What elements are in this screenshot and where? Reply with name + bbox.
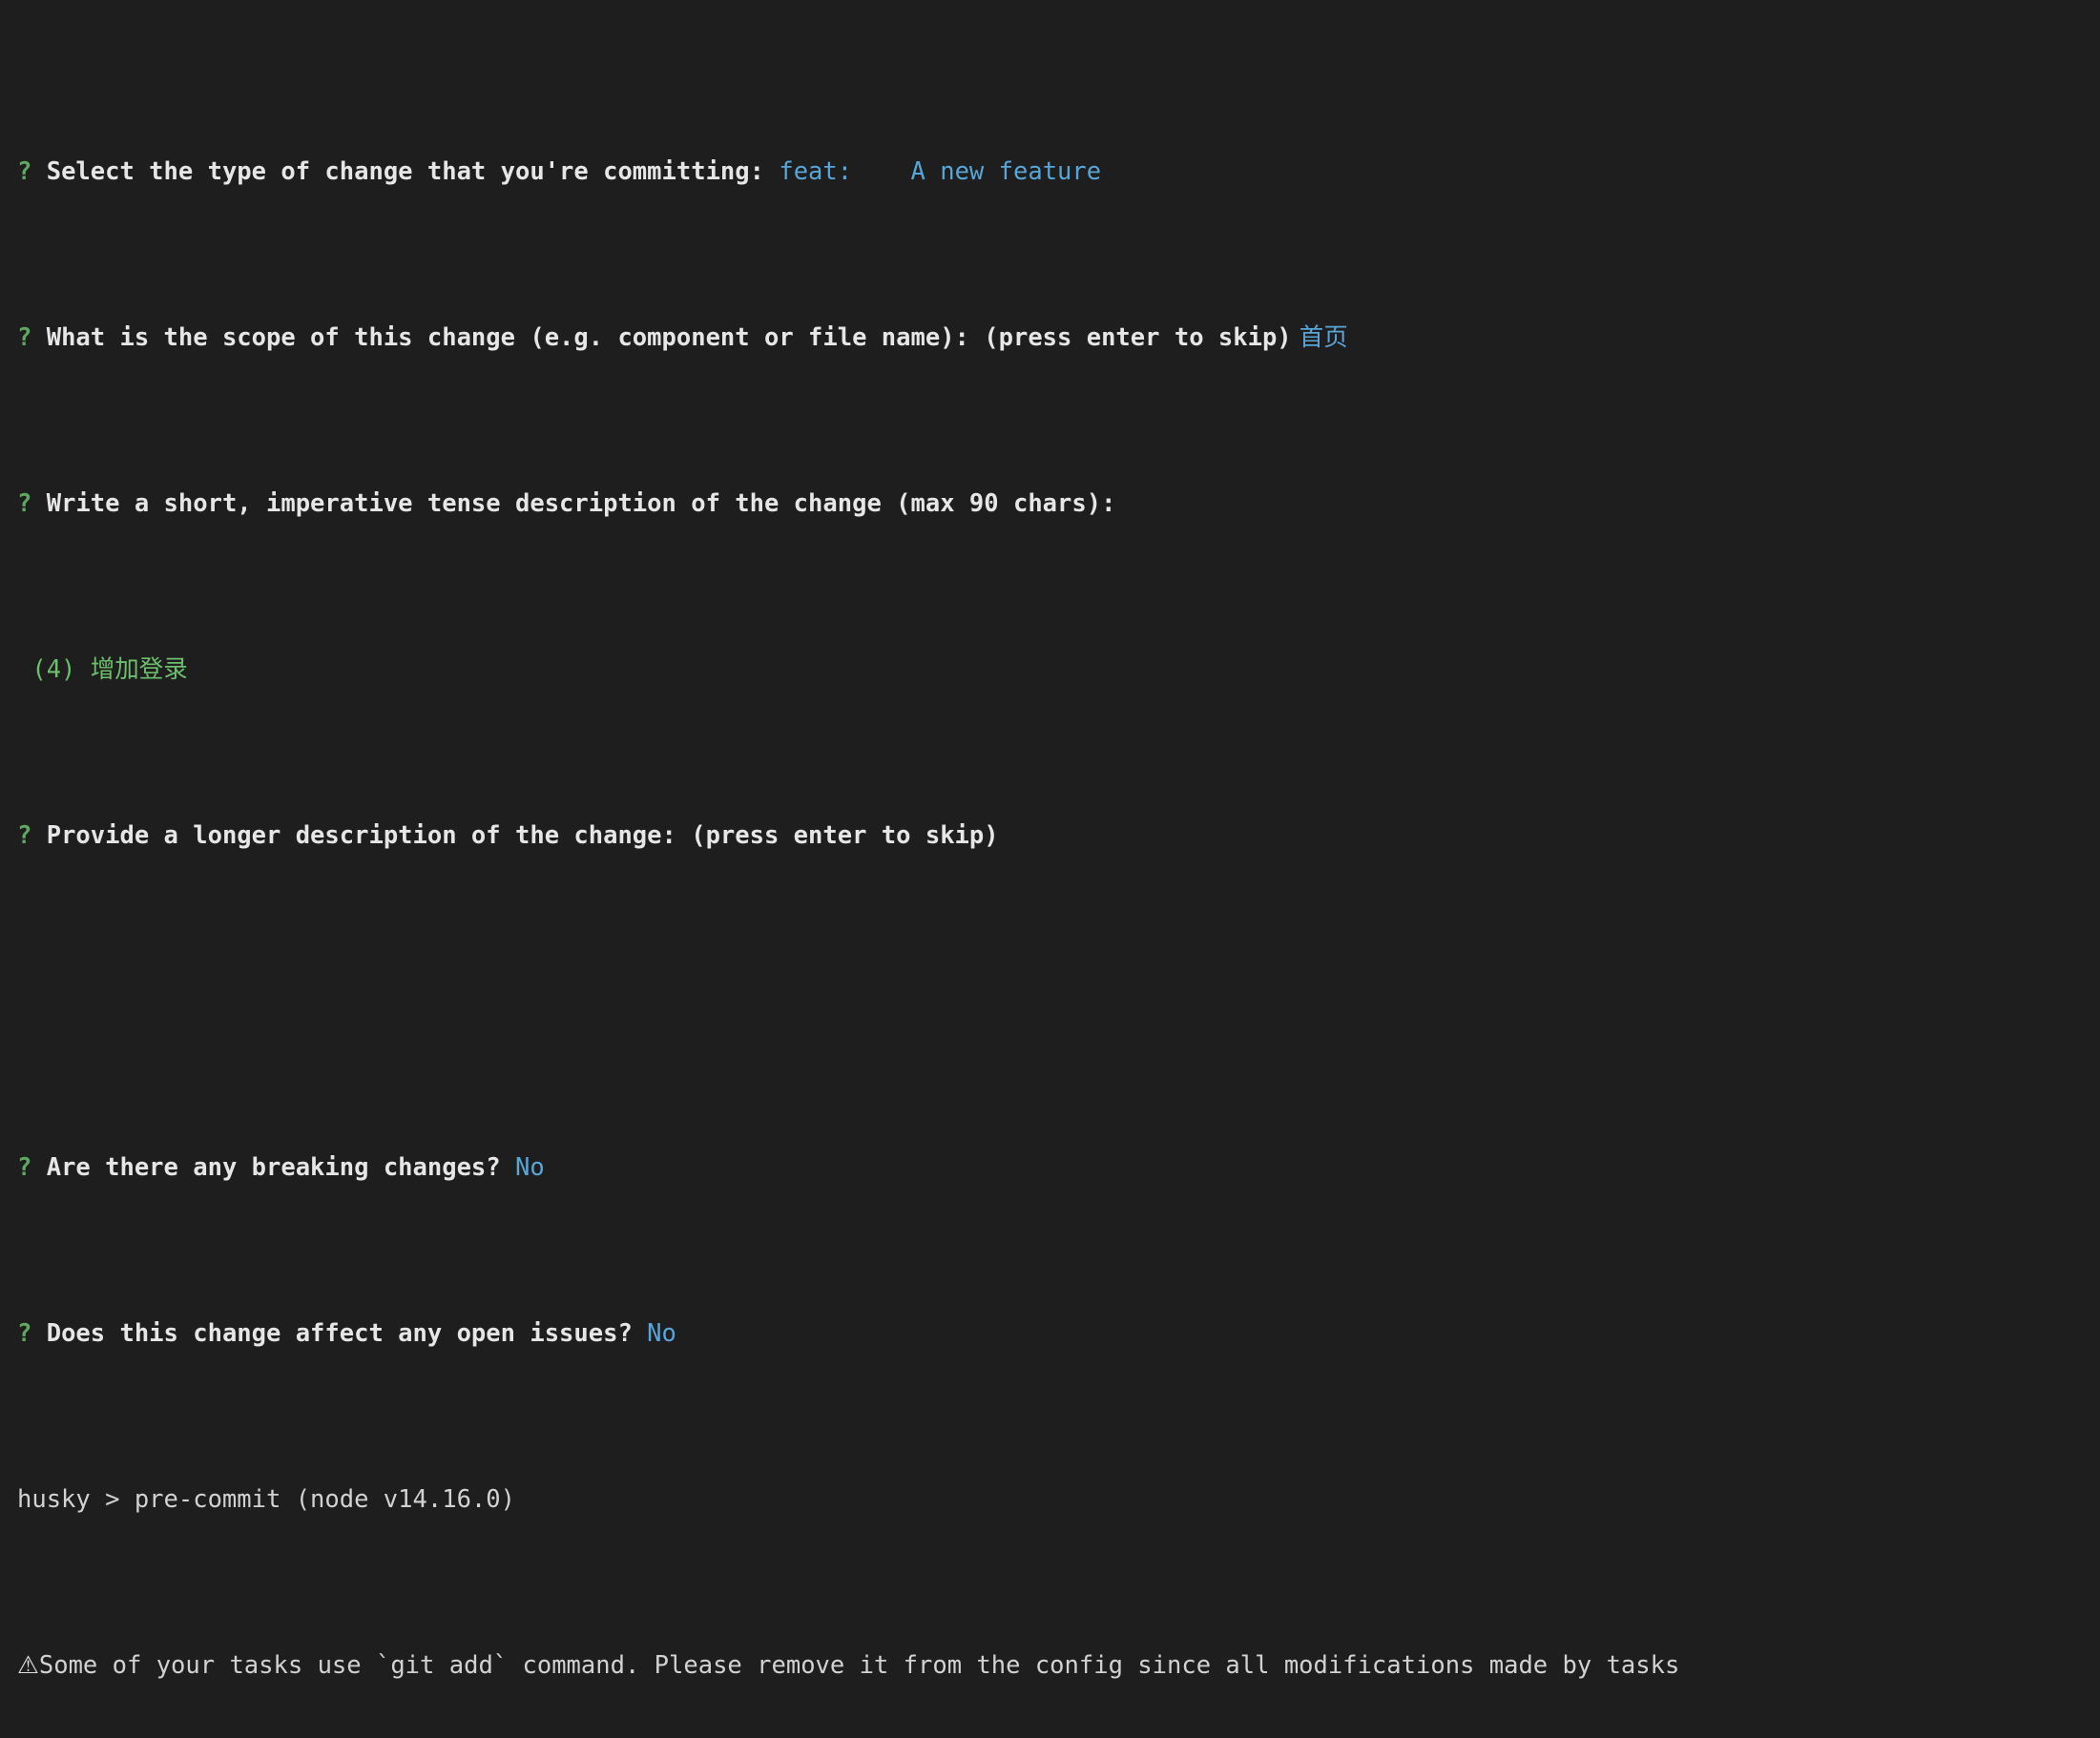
prompt-question-icon: ? [17,488,32,518]
commit-scope-answer: 首页 [1291,322,1348,352]
commit-subject-input-line: (4) 增加登录 [17,650,2100,692]
breaking-changes-answer: No [500,1152,545,1182]
prompt-question-icon: ? [17,156,32,186]
prompt-question-icon: ? [17,1318,32,1348]
husky-precommit-text: husky > pre-commit (node v14.16.0) [17,1484,515,1514]
husky-precommit-line: husky > pre-commit (node v14.16.0) [17,1479,2100,1521]
commit-type-answer: feat: [763,156,853,186]
prompt-question-icon: ? [17,322,32,352]
commit-subject-prompt-line: ? Write a short, imperative tense descri… [17,484,2100,526]
open-issues-prompt-line: ? Does this change affect any open issue… [17,1314,2100,1355]
commit-type-answer-description: A new feature [852,156,1102,186]
open-issues-question: Does this change affect any open issues? [31,1318,633,1348]
commit-type-question: Select the type of change that you're co… [31,156,764,186]
warning-triangle-icon: ⚠ [17,1650,39,1680]
commit-body-question: Provide a longer description of the chan… [31,820,999,850]
breaking-changes-question: Are there any breaking changes? [31,1152,501,1182]
commit-body-prompt-line: ? Provide a longer description of the ch… [17,816,2100,858]
commit-type-prompt-line: ? Select the type of change that you're … [17,152,2100,194]
husky-warning-text: Some of your tasks use `git add` command… [38,1650,1680,1680]
commit-scope-prompt-line: ? What is the scope of this change (e.g.… [17,318,2100,360]
breaking-changes-prompt-line: ? Are there any breaking changes? No [17,1148,2100,1190]
open-issues-answer: No [632,1318,676,1348]
prompt-question-icon: ? [17,820,32,850]
char-counter: (4) [17,654,91,684]
commit-subject-question: Write a short, imperative tense descript… [31,488,1116,518]
terminal-output: ? Select the type of change that you're … [0,0,2100,1680]
husky-warning-line: ⚠Some of your tasks use `git add` comman… [17,1645,2100,1687]
commit-subject-value: 增加登录 [90,654,188,684]
prompt-question-icon: ? [17,1152,32,1182]
commit-scope-question: What is the scope of this change (e.g. c… [31,322,1292,352]
